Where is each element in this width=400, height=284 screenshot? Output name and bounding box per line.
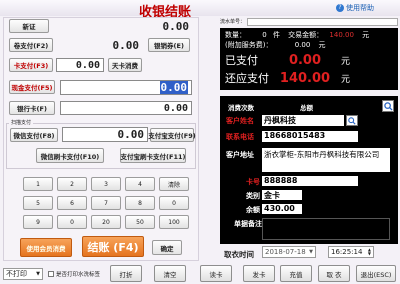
voucher-writeoff-button[interactable]: 银销券(E) [148, 38, 190, 52]
total-label: 总额 [300, 104, 313, 112]
bank-card-button[interactable]: 银行卡(F) [9, 101, 55, 115]
amount-label: 交易金额： [288, 31, 324, 39]
keypad-key[interactable]: 100 [159, 215, 189, 229]
calendar-dropdown-icon: ▼ [309, 249, 313, 255]
pickup-time-label: 取衣时间 [224, 250, 254, 259]
pickup-button[interactable]: 取 衣 [318, 265, 350, 282]
scan-pay-title: 扫描支付 [9, 119, 34, 126]
extra-fee-unit: 元 [318, 41, 326, 49]
recharge-button[interactable]: 充值 [280, 265, 312, 282]
keypad-key[interactable]: 0 [57, 215, 87, 229]
type-field[interactable]: 金卡 [262, 190, 302, 200]
print-label-checkbox[interactable]: 是否打印水洗标签 [48, 270, 100, 278]
order-number-field[interactable] [247, 17, 398, 26]
card-number-field[interactable]: 888888 [262, 176, 358, 186]
customer-name-label: 客户姓名 [226, 117, 254, 125]
cash-pay-button[interactable]: 现金支付(F5) [9, 80, 55, 94]
keypad-clear-key[interactable]: 清除 [159, 177, 189, 191]
qty-value: 0 [262, 31, 267, 39]
visits-label: 消费次数 [228, 104, 254, 112]
voucher-pay-button[interactable]: 卷支付(F2) [9, 38, 53, 52]
time-spinner-icon: ▲ ▼ [367, 247, 371, 256]
card-number-label: 卡号 [246, 178, 260, 186]
new-amount-field[interactable]: 0.00 [60, 19, 192, 33]
keypad-key[interactable]: 1 [23, 177, 53, 191]
dropdown-arrow-icon: ▼ [36, 271, 40, 277]
address-label: 客户地址 [226, 151, 254, 159]
checkout-button[interactable]: 结账 (F4) [82, 236, 144, 257]
bank-amount-field[interactable]: 0.00 [60, 101, 192, 115]
extra-fee-label: (附加服务费)： [225, 41, 273, 49]
phone-field[interactable]: 18668015483 [262, 131, 358, 142]
cash-amount-field[interactable]: 0.00 [60, 80, 192, 95]
balance-field[interactable]: 430.00 [262, 204, 302, 214]
wechat-pay-button[interactable]: 微信支付(F8) [10, 128, 58, 142]
note-label: 单据备注 [234, 220, 262, 228]
keypad-key[interactable]: 9 [23, 215, 53, 229]
name-search-icon[interactable] [346, 115, 358, 126]
customer-name-field[interactable]: 丹枫科技 [262, 115, 344, 126]
keypad-key[interactable]: 20 [91, 215, 121, 229]
order-number-label: 流水单号： [220, 19, 246, 25]
exit-button[interactable]: 退出(ESC) [356, 265, 396, 282]
customer-panel: 消费次数 总额 客户姓名 丹枫科技 联系电话 18668015483 客户地址 … [220, 96, 398, 244]
due-unit: 元 [341, 75, 351, 85]
qty-unit: 件 [272, 31, 280, 39]
note-field[interactable] [262, 218, 390, 240]
new-button[interactable]: 新证 [9, 19, 49, 33]
card-pay-button[interactable]: 卡支付(F3) [9, 58, 53, 72]
discount-button[interactable]: 打折 [110, 265, 142, 282]
card-consume-button[interactable]: 天卡消费 [108, 58, 142, 72]
qty-label: 数量： [225, 31, 246, 39]
extra-fee-value: 0.00 [294, 41, 311, 49]
keypad: 1 2 3 4 清除 5 6 7 8 0 9 0 20 50 100 [14, 174, 192, 238]
order-number-row: 流水单号： [220, 17, 398, 26]
due-value: 140.00 [279, 71, 331, 86]
help-link[interactable]: ? 使用帮助 [336, 3, 374, 13]
paid-value: 0.00 [288, 53, 322, 68]
confirm-button[interactable]: 确定 [152, 240, 182, 255]
keypad-key[interactable]: 4 [125, 177, 155, 191]
pickup-time-field[interactable]: 16:25:14 ▲ ▼ [328, 246, 374, 258]
print-select[interactable]: 不打印 ▼ [3, 268, 43, 280]
member-consume-button[interactable]: 使用会员消费 [20, 238, 72, 257]
help-icon: ? [336, 4, 344, 12]
wechat-amount-field[interactable]: 0.00 [62, 127, 148, 142]
keypad-key[interactable]: 8 [125, 196, 155, 210]
address-field[interactable]: 浙衣掌柜-东阳市丹枫科技有限公司 [262, 148, 390, 172]
phone-label: 联系电话 [226, 133, 254, 141]
wechat-scan-button[interactable]: 微信刷卡支付(F10) [36, 148, 104, 163]
amount-unit: 元 [362, 31, 370, 39]
keypad-key[interactable]: 0 [159, 196, 189, 210]
voucher-amount-field[interactable]: 0.00 [58, 38, 142, 52]
checkbox-icon [48, 271, 54, 277]
paid-unit: 元 [341, 57, 351, 67]
keypad-key[interactable]: 50 [125, 215, 155, 229]
clear-button[interactable]: 清空 [154, 265, 186, 282]
keypad-key[interactable]: 7 [91, 196, 121, 210]
summary-panel: 数量： 0 件 交易金额： 140.00 元 (附加服务费)： 0.00 元 已… [220, 28, 398, 90]
type-label: 类别 [246, 192, 260, 200]
due-label: 还应支付 [225, 72, 269, 85]
card-amount-field[interactable]: 0.00 [56, 58, 104, 72]
keypad-key[interactable]: 3 [91, 177, 121, 191]
search-icon[interactable] [382, 100, 394, 112]
read-card-button[interactable]: 读卡 [200, 265, 232, 282]
keypad-key[interactable]: 2 [57, 177, 87, 191]
pickup-date-field[interactable]: 2018-07-18 ▼ [262, 246, 316, 258]
keypad-key[interactable]: 6 [57, 196, 87, 210]
paid-label: 已支付 [225, 54, 258, 67]
balance-label: 余额 [246, 206, 260, 214]
alipay-scan-button[interactable]: 支付宝刷卡支付(F11) [120, 148, 186, 163]
alipay-button[interactable]: 支付宝支付(F9) [148, 128, 196, 142]
issue-card-button[interactable]: 发卡 [243, 265, 275, 282]
keypad-key[interactable]: 5 [23, 196, 53, 210]
amount-value: 140.00 [329, 31, 354, 39]
